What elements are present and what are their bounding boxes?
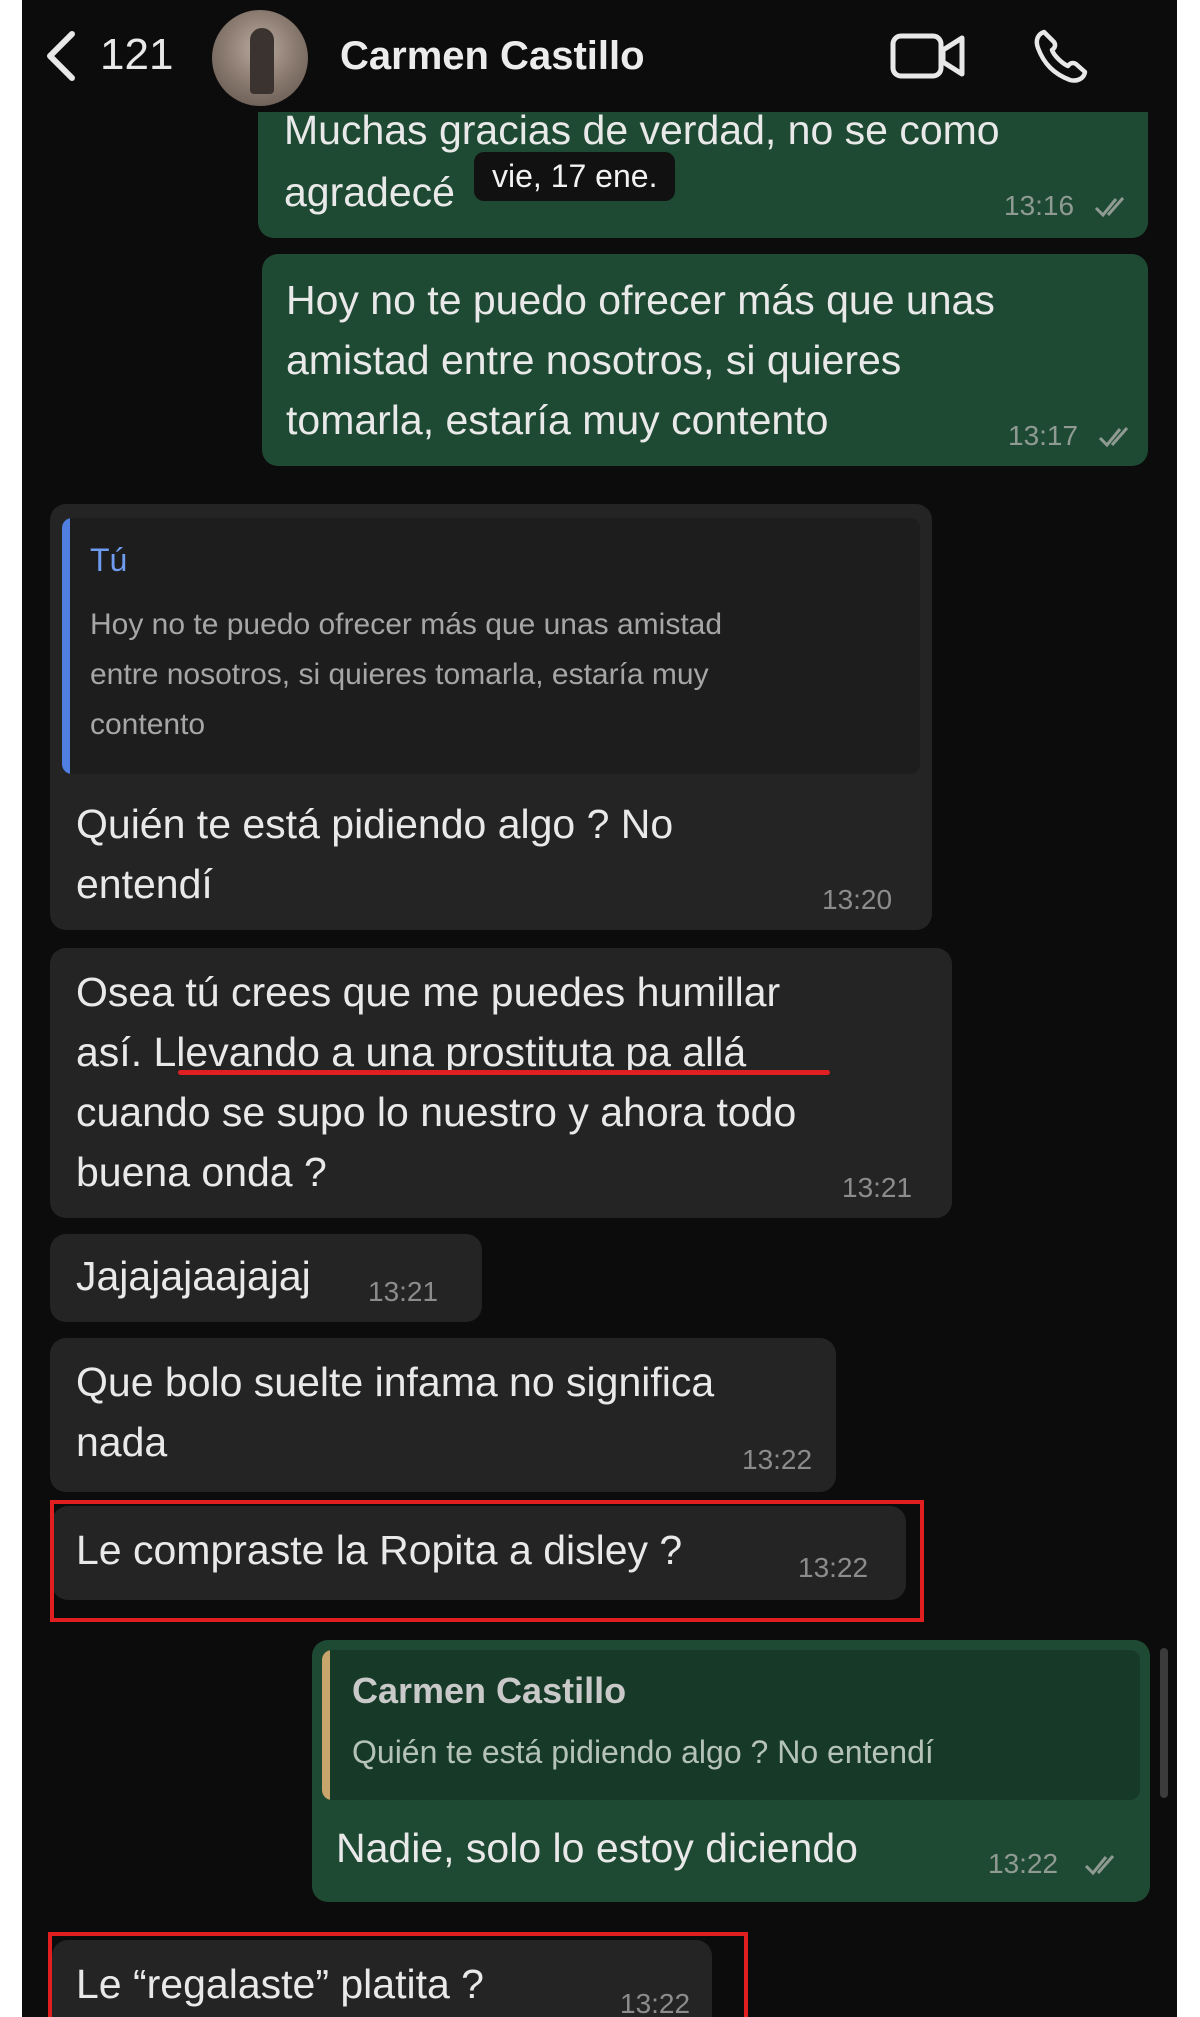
chat-screen: 121 Carmen Castillo Muchas gracias de ve… bbox=[22, 0, 1177, 2017]
message-bubble-outgoing[interactable]: Carmen Castillo Quién te está pidiendo a… bbox=[312, 1640, 1150, 1902]
message-time: 13:20 bbox=[822, 884, 893, 915]
message-text: entendí bbox=[76, 861, 213, 907]
message-time: 13:22 bbox=[988, 1848, 1059, 1879]
quote-author: Carmen Castillo bbox=[352, 1670, 627, 1711]
annotation-underline bbox=[178, 1070, 830, 1075]
message-time: 13:21 bbox=[842, 1172, 913, 1203]
avatar[interactable] bbox=[212, 10, 308, 106]
chat-header: 121 Carmen Castillo bbox=[22, 0, 1177, 112]
double-check-icon bbox=[1084, 1855, 1115, 1876]
quote-author: Tú bbox=[90, 542, 128, 578]
message-text: nada bbox=[76, 1419, 168, 1465]
quote-text: Quién te está pidiendo algo ? No entendí bbox=[352, 1734, 934, 1770]
message-text: buena onda ? bbox=[76, 1149, 327, 1195]
date-separator: vie, 17 ene. bbox=[474, 152, 676, 201]
message-bubble-incoming[interactable]: Osea tú crees que me puedes humillar así… bbox=[50, 948, 952, 1218]
unread-count[interactable]: 121 bbox=[100, 30, 173, 80]
message-time: 13:22 bbox=[742, 1444, 813, 1475]
contact-name[interactable]: Carmen Castillo bbox=[340, 34, 645, 79]
quoted-message[interactable]: Carmen Castillo Quién te está pidiendo a… bbox=[322, 1650, 1140, 1800]
message-text: agradecé bbox=[284, 169, 455, 215]
message-text: Nadie, solo lo estoy diciendo bbox=[336, 1825, 858, 1871]
double-check-icon bbox=[1094, 197, 1125, 218]
message-bubble-outgoing[interactable]: Hoy no te puedo ofrecer más que unas ami… bbox=[262, 254, 1148, 466]
message-text: Quién te está pidiendo algo ? No bbox=[76, 801, 674, 847]
message-text: tomarla, estaría muy contento bbox=[286, 397, 829, 443]
message-text: Que bolo suelte infama no significa bbox=[76, 1359, 715, 1405]
message-text: Jajajajaajajaj bbox=[76, 1253, 311, 1299]
message-time: 13:21 bbox=[368, 1276, 439, 1307]
quoted-message[interactable]: Tú Hoy no te puedo ofrecer más que unas … bbox=[62, 518, 920, 774]
annotation-box bbox=[50, 1500, 924, 1622]
message-text: cuando se supo lo nuestro y ahora todo bbox=[76, 1089, 797, 1135]
chevron-left-icon[interactable] bbox=[36, 26, 96, 86]
scrollbar[interactable] bbox=[1160, 1648, 1168, 1798]
quote-text: Hoy no te puedo ofrecer más que unas ami… bbox=[90, 608, 723, 641]
message-text: amistad entre nosotros, si quieres bbox=[286, 337, 902, 383]
message-text: Osea tú crees que me puedes humillar bbox=[76, 969, 781, 1015]
annotation-box bbox=[48, 1932, 748, 2017]
message-time: 13:16 bbox=[1004, 190, 1075, 221]
quote-text: contento bbox=[90, 708, 206, 741]
message-text: Hoy no te puedo ofrecer más que unas bbox=[286, 277, 995, 323]
double-check-icon bbox=[1098, 427, 1129, 448]
message-time: 13:17 bbox=[1008, 420, 1079, 451]
message-bubble-incoming[interactable]: Que bolo suelte infama no significa nada… bbox=[50, 1338, 836, 1492]
message-bubble-incoming[interactable]: Tú Hoy no te puedo ofrecer más que unas … bbox=[50, 504, 932, 930]
quote-text: entre nosotros, si quieres tomarla, esta… bbox=[90, 658, 709, 691]
message-bubble-incoming[interactable]: Jajajajaajajaj 13:21 bbox=[50, 1234, 482, 1322]
video-camera-icon[interactable] bbox=[890, 30, 966, 82]
phone-icon[interactable] bbox=[1030, 26, 1090, 86]
